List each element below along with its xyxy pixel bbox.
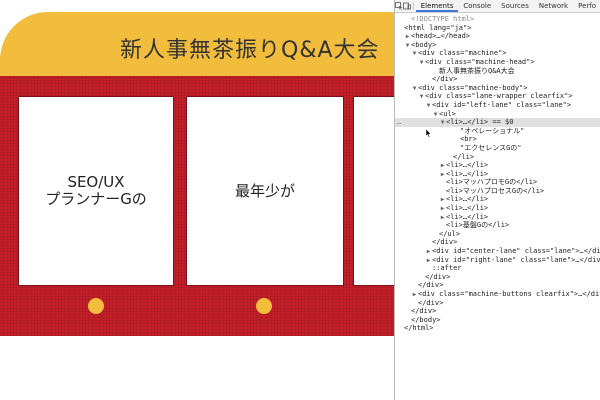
dom-node-text: <div class="machine-body"> (418, 83, 528, 92)
dom-node[interactable]: ▶ <li>…</li> (395, 170, 600, 179)
dom-node-text: </ul> (439, 229, 461, 238)
devtools-toolbar: Elements Console Sources Network Perfo (395, 0, 600, 13)
dom-node[interactable]: </div> (395, 238, 600, 247)
toolbar-divider (413, 2, 414, 10)
tab-performance[interactable]: Perfo (573, 0, 600, 12)
dom-node[interactable]: ▶ <div id="right-lane" class="lane">…</di… (395, 256, 600, 265)
dom-node-text: </li> (453, 152, 475, 161)
machine-body: SEO/UX プランナーGの 最年少が (0, 76, 394, 336)
tab-sources[interactable]: Sources (496, 0, 534, 12)
dom-node[interactable]: <!DOCTYPE html> (395, 15, 600, 24)
dom-node-text: 新人事無茶振りQ&A大会 (439, 66, 515, 75)
dom-node[interactable]: </html> (395, 324, 600, 333)
dom-node-text: <div id="center-lane" class="lane">…</di… (432, 247, 600, 256)
machine-button-left[interactable] (88, 298, 104, 314)
page-viewport: 新人事無茶振りQ&A大会 SEO/UX プランナーGの 最年少が (0, 0, 394, 400)
dom-node-text: </div> (418, 298, 444, 307)
dom-node[interactable]: ▶ <li>…</li> (395, 195, 600, 204)
dom-node-text: <body> (411, 40, 437, 49)
machine-button-center[interactable] (256, 298, 272, 314)
mouse-cursor-icon (426, 129, 432, 138)
dom-node-selected[interactable]: … ▼ <li>…</li> == $0 (395, 118, 600, 127)
card-line-1: 最年少が (234, 181, 295, 200)
dom-node[interactable]: ▶ <li>…</li> (395, 161, 600, 170)
dom-node-text: <div class="lane-wrapper clearfix"> (425, 92, 573, 101)
dom-node[interactable]: </li> (395, 153, 600, 162)
dom-node-text: "オペレーショナル" (460, 126, 525, 135)
dom-node[interactable]: ▶ <div class="machine-buttons clearfix">…… (395, 290, 600, 299)
dom-node[interactable]: ▼ <ul> (395, 110, 600, 119)
dom-node[interactable]: ▶ <head>…</head> (395, 32, 600, 41)
dom-node-text: </html> (404, 324, 434, 333)
dom-node[interactable]: </div> (395, 281, 600, 290)
dom-node-text: <div class="machine-buttons clearfix">…<… (418, 290, 600, 298)
dom-node[interactable]: </div> (395, 273, 600, 282)
dom-node-text: </div> (432, 238, 458, 247)
dom-node[interactable]: <li>マッハプロセスGの</li> (395, 187, 600, 196)
dom-node-text: ::after (432, 264, 462, 273)
dom-node[interactable]: ▼ <body> (395, 41, 600, 50)
dom-node-text: <li>…</li> == $0 (446, 118, 514, 127)
dom-node-text: <li>…</li> (446, 204, 489, 213)
lane-card-left[interactable]: SEO/UX プランナーGの (18, 96, 174, 286)
dom-node[interactable]: ▼ <div class="machine"> (395, 49, 600, 58)
page-bottom (0, 336, 394, 400)
dom-node-text: <div id="left-lane" class="lane"> (432, 100, 572, 109)
dom-node-text: <div class="machine"> (418, 49, 507, 58)
dom-node[interactable]: </div> (395, 75, 600, 84)
dom-node-text: <li>…</li> (446, 169, 489, 178)
dom-node-text: <div id="right-lane" class="lane">…</div… (432, 255, 600, 264)
card-line-1: SEO/UX (67, 173, 125, 191)
machine-head: 新人事無茶振りQ&A大会 (0, 12, 394, 76)
inspect-element-icon[interactable] (395, 0, 403, 12)
dom-node-text: <html lang="ja"> (404, 23, 472, 32)
dom-node-text: </body> (411, 315, 441, 324)
dom-node-text: <li>基盤Gの</li> (446, 221, 510, 230)
dom-node[interactable]: </div> (395, 307, 600, 316)
dom-node-text: <!DOCTYPE html> (411, 15, 475, 23)
dom-node-text: <li>…</li> (446, 161, 489, 170)
dom-node[interactable]: <li>基盤Gの</li> (395, 221, 600, 230)
dom-node[interactable]: ▶ <li>…</li> (395, 213, 600, 222)
dom-node[interactable]: </body> (395, 316, 600, 325)
dom-node[interactable]: ▶ <div id="center-lane" class="lane">…</d… (395, 247, 600, 256)
dom-node[interactable]: </div> (395, 299, 600, 308)
tab-network[interactable]: Network (534, 0, 573, 12)
dom-node[interactable]: ▼ <div class="machine-body"> (395, 84, 600, 93)
dom-node[interactable]: "エクセレンスGの" (395, 144, 600, 153)
dom-node[interactable]: ▼ <div class="lane-wrapper clearfix"> (395, 92, 600, 101)
dom-node[interactable]: <html lang="ja"> (395, 24, 600, 33)
dom-node-text: <li>…</li> (446, 195, 489, 204)
dom-node-text: <ul> (439, 109, 456, 118)
dom-node-text: </div> (425, 272, 451, 281)
tab-console[interactable]: Console (458, 0, 496, 12)
device-toolbar-icon[interactable] (403, 0, 411, 12)
lane-card-center[interactable]: 最年少が (186, 96, 344, 286)
devtools-panel: Elements Console Sources Network Perfo <… (394, 0, 600, 400)
dom-node[interactable]: ▶ <li>…</li> (395, 204, 600, 213)
dom-node-text: <li>マッハプロセスGの</li> (446, 186, 545, 195)
dom-node[interactable]: <li>マッハプロモGの</li> (395, 178, 600, 187)
dom-node[interactable]: ::after (395, 264, 600, 273)
dom-node[interactable]: 新人事無茶振りQ&A大会 (395, 67, 600, 76)
dom-node[interactable]: </ul> (395, 230, 600, 239)
dom-node-text: <div class="machine-head"> (425, 57, 535, 66)
dom-node-text: <head>…</head> (411, 32, 471, 41)
dom-node[interactable]: ▼ <div id="left-lane" class="lane"> (395, 101, 600, 110)
lane-card-right[interactable] (353, 96, 394, 286)
dom-node-text: </div> (418, 281, 444, 290)
dom-node-text: <li>…</li> (446, 212, 489, 221)
node-more-icon[interactable]: … (397, 118, 401, 127)
dom-node[interactable]: ▼ <div class="machine-head"> (395, 58, 600, 67)
card-line-2: プランナーGの (45, 190, 147, 208)
dom-tree: <!DOCTYPE html> <html lang="ja"> ▶ <head>…<… (395, 13, 600, 333)
dom-node-text: <br> (460, 135, 477, 144)
machine-title: 新人事無茶振りQ&A大会 (120, 38, 380, 63)
dom-node-text: </div> (411, 307, 437, 316)
tab-elements[interactable]: Elements (415, 0, 459, 12)
dom-node-text: "エクセレンスGの" (460, 143, 522, 152)
dom-node-text: </div> (432, 75, 458, 84)
dom-node-text: <li>マッハプロモGの</li> (446, 178, 538, 187)
